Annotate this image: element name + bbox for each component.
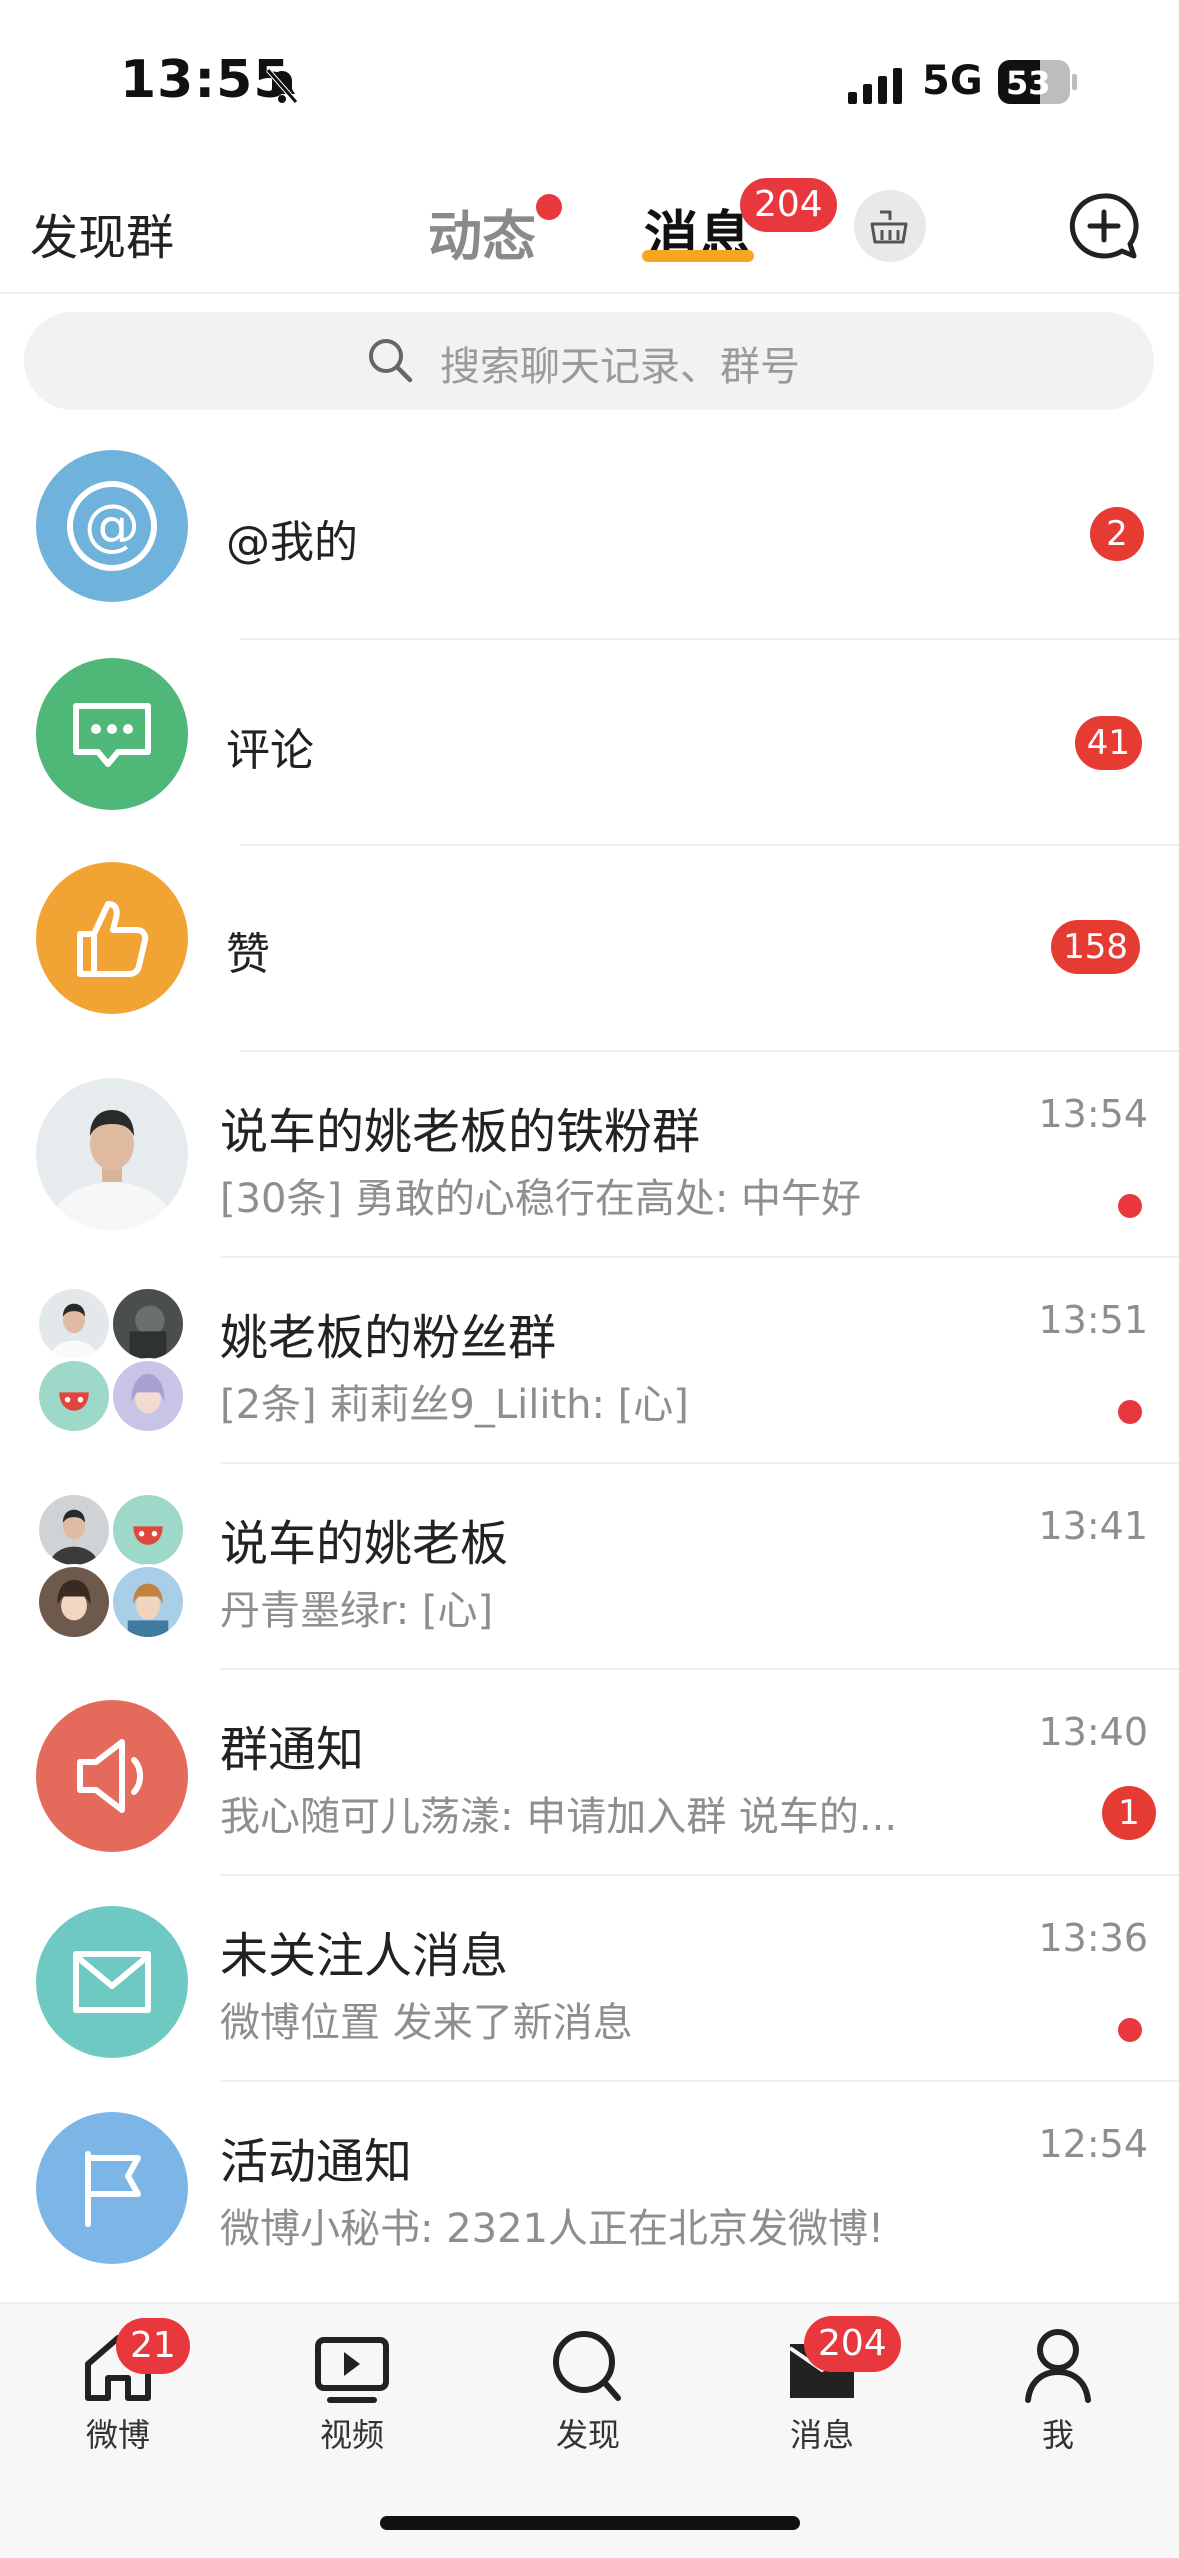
silent-bell-icon [266, 68, 298, 104]
tab-label: 微博 [85, 2416, 150, 2454]
search-icon [553, 2331, 621, 2401]
mail-icon [36, 1906, 188, 2058]
list-item-mentions[interactable]: @ @我的 2 [0, 420, 1179, 626]
at-icon: @ [36, 450, 188, 602]
unread-badge: 1 [1102, 1786, 1156, 1840]
row-title: 未关注人消息 [220, 1928, 509, 1984]
row-time: 13:41 [1038, 1504, 1148, 1548]
row-title: 评论 [226, 725, 314, 776]
unread-dot [1118, 1400, 1142, 1424]
member-avatar [110, 1564, 186, 1640]
member-avatar [36, 1286, 112, 1362]
member-avatar [110, 1286, 186, 1362]
stranger-messages-avatar [36, 1906, 188, 2058]
messages-bottom-badge: 204 [804, 2316, 901, 2372]
likes-avatar [36, 862, 188, 1014]
row-time: 12:54 [1038, 2122, 1148, 2166]
tab-label: 消息 [789, 2416, 854, 2454]
tab-video[interactable]: 视频 [282, 2318, 422, 2458]
row-subtitle: 我心随可儿荡漾: 申请加入群 说车的... [220, 1794, 898, 1840]
list-item-stranger-messages[interactable]: 未关注人消息 微博位置 发来了新消息 13:36 [0, 1876, 1179, 2082]
unread-dot [536, 194, 562, 220]
row-subtitle: 微博小秘书: 2321人正在北京发微博! [220, 2206, 885, 2252]
list-item-chat[interactable]: 说车的姚老板的铁粉群 [30条] 勇敢的心稳行在高处: 中午好 13:54 [0, 1052, 1179, 1258]
row-time: 13:54 [1038, 1092, 1148, 1136]
row-time: 13:36 [1038, 1916, 1148, 1960]
unread-badge: 158 [1051, 920, 1140, 974]
avatar [36, 1078, 188, 1230]
row-time: 13:40 [1038, 1710, 1148, 1754]
speaker-icon [36, 1700, 188, 1852]
unread-dot [1118, 2018, 1142, 2042]
row-title: 说车的姚老板的铁粉群 [220, 1104, 701, 1160]
mentions-avatar: @ [36, 450, 188, 602]
broom-icon [870, 210, 908, 244]
discover-groups-link[interactable]: 发现群 [30, 198, 174, 268]
row-title: @我的 [226, 517, 358, 568]
member-avatar [110, 1358, 186, 1434]
member-avatar [110, 1492, 186, 1568]
video-icon [315, 2337, 389, 2403]
new-chat-button[interactable] [1066, 190, 1142, 266]
home-indicator [380, 2516, 800, 2530]
tab-dynamic[interactable]: 动态 [428, 192, 536, 271]
comments-avatar [36, 658, 188, 810]
row-title: 说车的姚老板 [220, 1516, 509, 1572]
tab-label: 视频 [319, 2416, 384, 2454]
battery-level: 53 [1006, 64, 1051, 102]
row-subtitle: [30条] 勇敢的心稳行在高处: 中午好 [220, 1176, 862, 1222]
unread-dot [1118, 1194, 1142, 1218]
signal-icon [848, 68, 902, 104]
group-notice-avatar [36, 1700, 188, 1852]
list-item-comments[interactable]: 评论 41 [0, 640, 1179, 846]
row-title: 赞 [226, 929, 270, 980]
member-avatar [36, 1358, 112, 1434]
row-subtitle: 丹青墨绿r: [心] [220, 1588, 494, 1634]
list-item-activity-notice[interactable]: 活动通知 微博小秘书: 2321人正在北京发微博! 12:54 [0, 2082, 1179, 2288]
row-time: 13:51 [1038, 1298, 1148, 1342]
member-avatar [36, 1564, 112, 1640]
list-item-chat[interactable]: 姚老板的粉丝群 [2条] 莉莉丝9_Lilith: [心] 13:51 [0, 1258, 1179, 1464]
tab-discover[interactable]: 发现 [518, 2318, 658, 2458]
chat-plus-icon [1069, 193, 1139, 259]
tab-label: 发现 [555, 2416, 620, 2454]
tab-label: 我 [1041, 2416, 1074, 2454]
row-subtitle: [2条] 莉莉丝9_Lilith: [心] [220, 1382, 689, 1428]
thumbs-up-icon [36, 862, 188, 1014]
person-photo-icon [36, 1078, 188, 1230]
person-icon [1025, 2329, 1091, 2403]
unread-badge: 2 [1090, 507, 1144, 561]
list-item-chat[interactable]: 说车的姚老板 丹青墨绿r: [心] 13:41 [0, 1464, 1179, 1670]
tab-me[interactable]: 我 [988, 2318, 1128, 2458]
row-title: 活动通知 [220, 2134, 413, 2190]
header-divider [0, 292, 1179, 294]
messages-badge: 204 [740, 178, 837, 232]
row-subtitle: 微博位置 发来了新消息 [220, 2000, 633, 2046]
active-tab-indicator [642, 250, 754, 262]
activity-notice-avatar [36, 2112, 188, 2264]
member-avatar [36, 1492, 112, 1568]
row-title: 姚老板的粉丝群 [220, 1310, 557, 1366]
list-item-likes[interactable]: 赞 158 [0, 846, 1179, 1052]
comment-icon [36, 658, 188, 810]
home-badge: 21 [116, 2318, 190, 2374]
svg-text:@: @ [84, 493, 140, 558]
row-title: 群通知 [220, 1722, 365, 1778]
search-placeholder: 搜索聊天记录、群号 [440, 344, 800, 390]
list-item-group-notice[interactable]: 群通知 我心随可儿荡漾: 申请加入群 说车的... 13:40 1 [0, 1670, 1179, 1876]
unread-badge: 41 [1074, 716, 1142, 770]
flag-icon [36, 2112, 188, 2264]
network-type: 5G [922, 58, 983, 104]
clear-unread-button[interactable] [854, 190, 926, 262]
search-icon [369, 339, 413, 383]
